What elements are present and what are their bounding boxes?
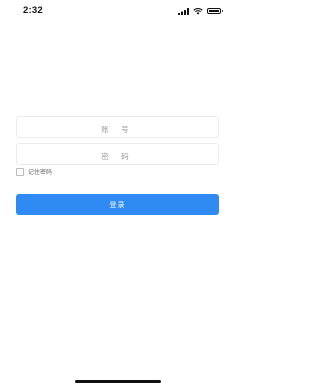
status-icons — [178, 7, 223, 15]
signal-icon — [178, 7, 189, 15]
battery-icon — [207, 8, 223, 14]
login-screen: 2:32 记住密码 登录 — [0, 0, 235, 390]
remember-password-row[interactable]: 记住密码 — [16, 167, 52, 176]
login-button[interactable]: 登录 — [16, 194, 219, 215]
account-input[interactable] — [17, 119, 218, 140]
remember-password-label: 记住密码 — [28, 169, 53, 176]
remember-password-checkbox[interactable] — [16, 167, 24, 176]
password-field[interactable] — [16, 143, 219, 167]
home-indicator — [75, 380, 161, 383]
password-input[interactable] — [17, 146, 218, 167]
status-time: 2:32 — [23, 5, 43, 16]
account-field[interactable] — [16, 116, 219, 140]
wifi-icon — [193, 7, 203, 15]
status-bar: 2:32 — [0, 0, 235, 22]
